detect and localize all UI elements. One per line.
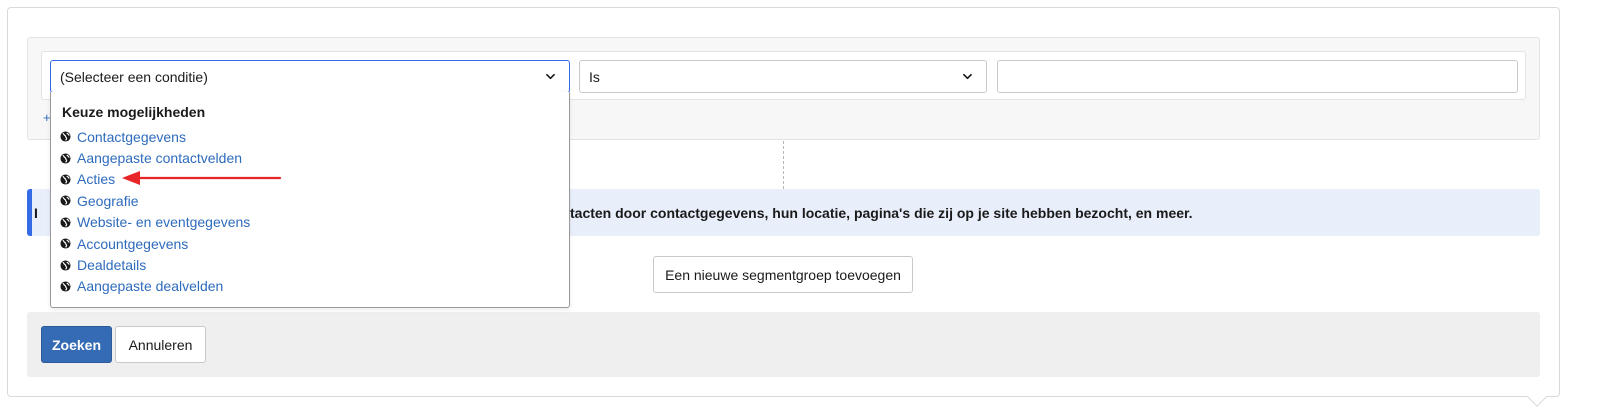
footer-actions-bar	[27, 312, 1540, 377]
globe-icon	[60, 217, 71, 228]
dropdown-options-list: Contactgegevens Aangepaste contactvelden…	[60, 126, 250, 297]
info-banner-lead: I	[34, 205, 38, 221]
globe-icon	[60, 281, 71, 292]
info-banner-text: tacten door contactgegevens, hun locatie…	[570, 205, 1193, 221]
condition-options-dropdown: Keuze mogelijkheden Contactgegevens Aang…	[50, 92, 570, 308]
condition-field-select-value: (Selecteer een conditie)	[60, 68, 208, 85]
group-connector-line	[783, 141, 784, 189]
globe-icon	[60, 259, 71, 271]
condition-operator-select[interactable]: Is	[579, 60, 987, 93]
dropdown-option-website-en-eventgegevens[interactable]: Website- en eventgegevens	[60, 212, 250, 233]
dropdown-option-accountgegevens[interactable]: Accountgegevens	[60, 233, 250, 254]
red-arrow-annotation	[122, 171, 282, 185]
dropdown-option-aangepaste-contactvelden[interactable]: Aangepaste contactvelden	[60, 147, 250, 168]
dropdown-option-contactgegevens[interactable]: Contactgegevens	[60, 126, 250, 147]
search-button[interactable]: Zoeken	[41, 326, 112, 363]
globe-icon	[60, 238, 71, 249]
dropdown-heading: Keuze mogelijkheden	[62, 104, 206, 120]
chevron-down-icon	[963, 73, 972, 80]
cancel-button[interactable]: Annuleren	[115, 326, 206, 363]
globe-icon	[60, 153, 71, 164]
dropdown-option-dealdetails[interactable]: Dealdetails	[60, 254, 250, 275]
add-segment-group-button[interactable]: Een nieuwe segmentgroep toevoegen	[653, 256, 913, 293]
globe-icon	[60, 131, 71, 142]
chevron-down-icon	[546, 73, 555, 80]
globe-icon	[60, 195, 71, 206]
condition-value-input[interactable]	[997, 60, 1518, 93]
dropdown-option-aangepaste-dealvelden[interactable]: Aangepaste dealvelden	[60, 276, 250, 297]
condition-field-select[interactable]: (Selecteer een conditie)	[50, 60, 570, 93]
condition-operator-select-value: Is	[589, 68, 600, 85]
globe-icon	[60, 174, 71, 185]
dropdown-option-geografie[interactable]: Geografie	[60, 190, 250, 211]
